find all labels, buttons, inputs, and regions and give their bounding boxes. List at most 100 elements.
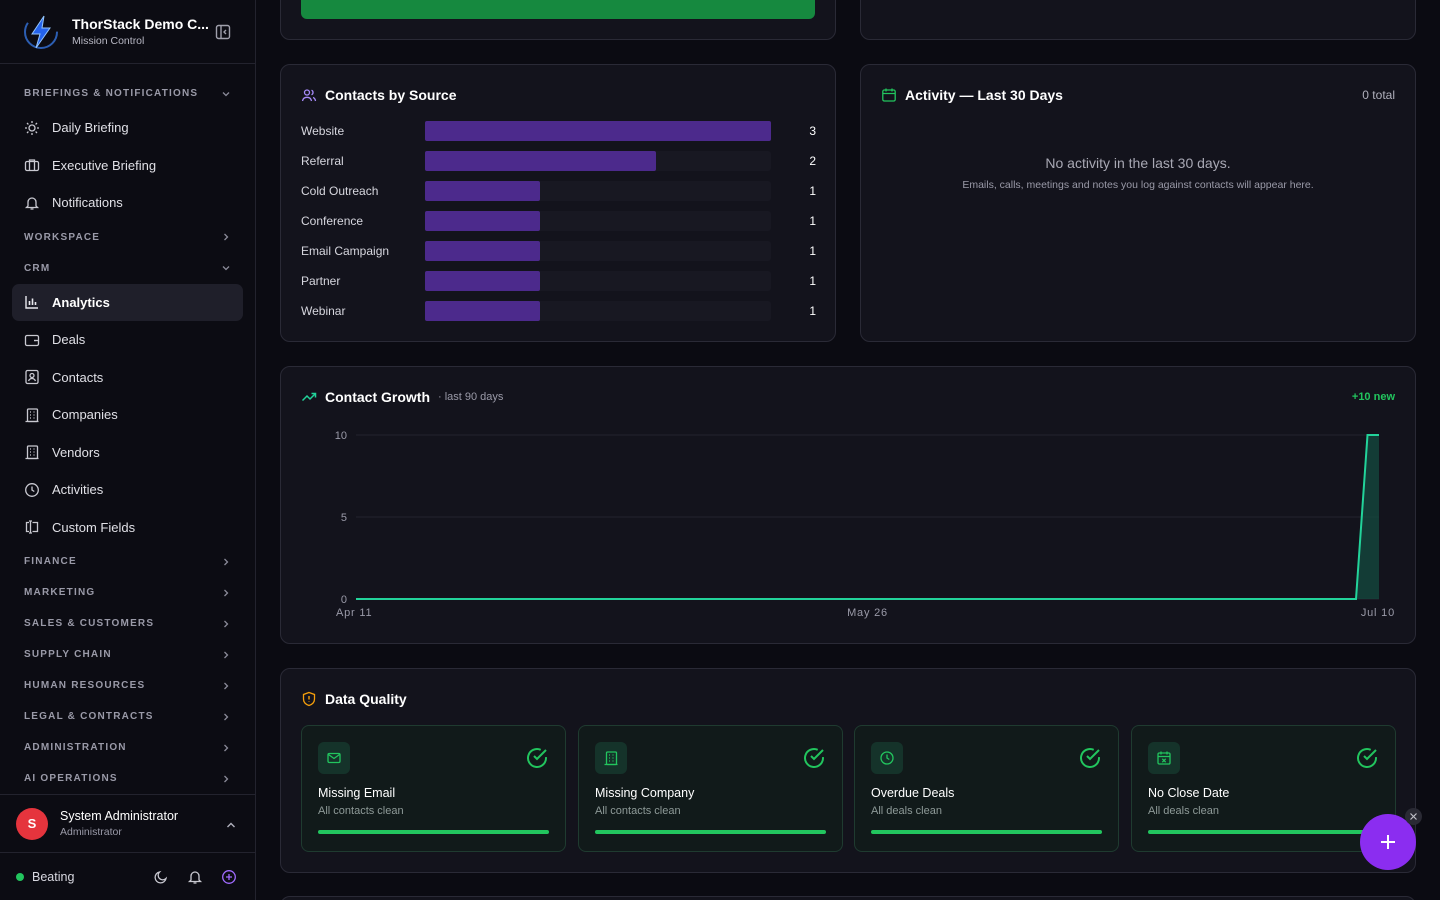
section-workspace[interactable]: WORKSPACE — [12, 222, 243, 253]
green-action-bar[interactable] — [301, 0, 815, 19]
source-bar-track — [425, 301, 771, 321]
x-tick-label: Jul 10 — [1361, 607, 1395, 619]
sidebar-item-label: Deals — [52, 332, 86, 348]
dq-card-no-close-date[interactable]: No Close Date All deals clean — [1131, 725, 1396, 852]
section-administration[interactable]: ADMINISTRATION — [12, 732, 243, 763]
data-quality-card: Data Quality Missing Email All contacts … — [280, 668, 1416, 873]
source-row: Referral 2 — [301, 151, 816, 171]
workspace-name[interactable]: ThorStack Demo C... — [72, 16, 214, 32]
sidebar-item-companies[interactable]: Companies — [12, 396, 243, 434]
status-label: Beating — [32, 869, 75, 884]
growth-chart: 0 5 10 Apr 11 May 26 Jul 10 — [335, 430, 1395, 619]
section-label: CRM — [24, 262, 51, 274]
sidebar-item-daily-briefing[interactable]: Daily Briefing — [12, 109, 243, 147]
dq-progress-bar — [595, 830, 826, 834]
source-label: Partner — [301, 274, 341, 288]
dismiss-fab-button[interactable] — [1405, 808, 1422, 825]
chevron-down-icon — [222, 91, 230, 96]
empty-state-title: No activity in the last 30 days. — [1045, 155, 1231, 171]
bell-icon[interactable] — [187, 869, 203, 885]
dq-card-overdue-deals[interactable]: Overdue Deals All deals clean — [854, 725, 1119, 852]
bell-icon — [24, 197, 40, 210]
source-row: Cold Outreach 1 — [301, 181, 816, 201]
y-tick-label: 10 — [335, 430, 347, 442]
source-value: 1 — [809, 304, 816, 318]
source-value: 1 — [809, 274, 816, 288]
sidebar-item-custom-fields[interactable]: Custom Fields — [12, 509, 243, 547]
section-label: BRIEFINGS & NOTIFICATIONS — [24, 88, 199, 99]
dq-card-missing-email[interactable]: Missing Email All contacts clean — [301, 725, 566, 852]
x-tick-label: Apr 11 — [336, 607, 372, 619]
sidebar-item-label: Analytics — [52, 294, 110, 310]
check-circle-icon — [527, 748, 547, 768]
user-menu[interactable]: S System Administrator Administrator — [0, 794, 255, 852]
section-legal-contracts[interactable]: LEGAL & CONTRACTS — [12, 701, 243, 732]
plus-icon — [1381, 835, 1395, 849]
sidebar: ThorStack Demo C... Mission Control BRIE… — [0, 0, 256, 900]
close-icon — [1410, 813, 1417, 820]
source-bar — [425, 211, 541, 231]
sidebar-item-analytics[interactable]: Analytics — [12, 283, 243, 321]
avatar: S — [16, 807, 48, 840]
activity-card: Activity — Last 30 Days 0 total No activ… — [860, 64, 1416, 342]
section-marketing[interactable]: MARKETING — [12, 577, 243, 608]
section-supply-chain[interactable]: SUPPLY CHAIN — [12, 639, 243, 670]
contact-card-icon — [25, 370, 39, 385]
user-role: Administrator — [60, 826, 122, 838]
sidebar-item-activities[interactable]: Activities — [12, 471, 243, 509]
source-row: Conference 1 — [301, 211, 816, 231]
sidebar-item-deals[interactable]: Deals — [12, 321, 243, 359]
check-circle-icon — [804, 748, 824, 768]
dq-title: Missing Email — [318, 786, 396, 800]
card-title-text: Activity — Last 30 Days — [905, 87, 1063, 103]
section-briefings[interactable]: BRIEFINGS & NOTIFICATIONS — [12, 78, 243, 109]
dq-subtitle: All deals clean — [1148, 805, 1219, 817]
brand-header: ThorStack Demo C... Mission Control — [0, 0, 255, 64]
sidebar-item-label: Custom Fields — [52, 519, 136, 535]
sidebar-item-contacts[interactable]: Contacts — [12, 359, 243, 397]
sidebar-item-label: Contacts — [52, 369, 104, 385]
section-label: LEGAL & CONTRACTS — [24, 711, 154, 722]
plus-circle-icon[interactable] — [221, 869, 237, 885]
top-right-card — [860, 0, 1416, 40]
briefcase-icon — [24, 159, 40, 172]
source-row: Partner 1 — [301, 271, 816, 291]
sidebar-item-vendors[interactable]: Vendors — [12, 434, 243, 472]
clock-icon — [25, 482, 39, 497]
source-bar-track — [425, 151, 771, 171]
section-finance[interactable]: FINANCE — [12, 546, 243, 577]
sidebar-item-executive-briefing[interactable]: Executive Briefing — [12, 147, 243, 185]
sidebar-item-label: Vendors — [52, 444, 100, 460]
users-icon — [301, 89, 317, 102]
sidebar-item-label: Executive Briefing — [52, 157, 157, 173]
bottom-partial-card — [280, 896, 1416, 900]
chevron-right-icon — [224, 620, 229, 627]
sidebar-item-label: Daily Briefing — [52, 120, 129, 136]
section-crm[interactable]: CRM — [12, 253, 243, 284]
collapse-sidebar-icon[interactable] — [215, 24, 231, 40]
section-label: SALES & CUSTOMERS — [24, 618, 155, 629]
section-label: ADMINISTRATION — [24, 742, 127, 753]
check-circle-icon — [1080, 748, 1100, 768]
dq-card-missing-company[interactable]: Missing Company All contacts clean — [578, 725, 843, 852]
building-icon — [604, 751, 618, 766]
bar-chart-icon — [25, 296, 38, 309]
section-label: MARKETING — [24, 587, 96, 598]
chevron-right-icon — [224, 233, 229, 241]
section-ai-operations[interactable]: AI OPERATIONS — [12, 763, 243, 794]
source-bar — [425, 151, 656, 171]
section-human-resources[interactable]: HUMAN RESOURCES — [12, 670, 243, 701]
section-sales-customers[interactable]: SALES & CUSTOMERS — [12, 608, 243, 639]
moon-icon[interactable] — [153, 869, 169, 885]
section-label: SUPPLY CHAIN — [24, 649, 112, 660]
source-value: 3 — [809, 124, 816, 138]
calendar-x-icon — [1157, 751, 1171, 765]
dq-progress-bar — [871, 830, 1102, 834]
x-tick-label: May 26 — [847, 607, 888, 619]
source-bar — [425, 301, 541, 321]
contact-growth-card: Contact Growth · last 90 days +10 new 05… — [280, 366, 1416, 644]
section-label: AI OPERATIONS — [24, 773, 118, 784]
sidebar-item-notifications[interactable]: Notifications — [12, 184, 243, 222]
store-icon — [25, 445, 39, 460]
chevron-right-icon — [224, 558, 229, 565]
